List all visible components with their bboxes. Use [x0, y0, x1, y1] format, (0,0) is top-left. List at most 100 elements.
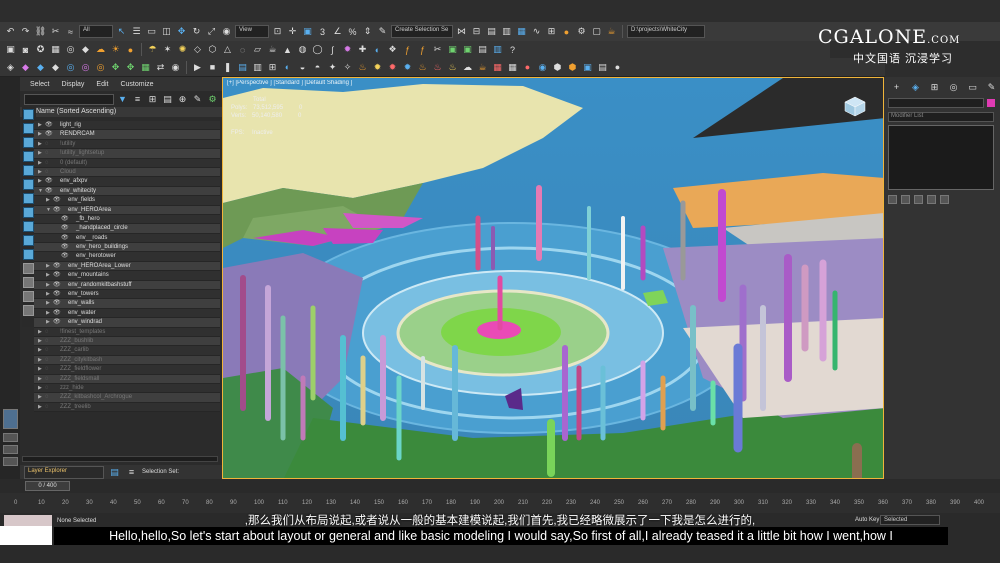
expand-arrow-icon[interactable]: ▶ — [38, 149, 42, 158]
filter-groups-icon[interactable] — [23, 193, 34, 204]
fire-icon[interactable]: ♨ — [356, 61, 369, 74]
menu-edit[interactable]: Edit — [96, 81, 108, 88]
modifier-stack[interactable] — [888, 125, 994, 190]
camera-icon[interactable]: ◙ — [19, 43, 32, 56]
dock-tab[interactable] — [3, 445, 18, 454]
visibility-eye-icon[interactable]: 👁 — [53, 196, 61, 205]
percent-snap-icon[interactable]: % — [346, 25, 359, 38]
tool-n-icon[interactable]: ⊞ — [266, 61, 279, 74]
layer-row[interactable]: ▶ ◌ ZZZ_kitbashcol_Archrogue — [34, 393, 220, 403]
play-icon[interactable]: ▶ — [191, 61, 204, 74]
display-tab-icon[interactable]: ▭ — [966, 81, 979, 94]
layer-tool-icon[interactable]: ◈ — [4, 61, 17, 74]
layer-row[interactable]: ▶ ◌ ZZZ_bushlib — [34, 336, 220, 347]
mirror-icon[interactable]: ⋈ — [455, 25, 468, 38]
visibility-eye-icon[interactable]: 👁 — [53, 290, 61, 299]
layer-row[interactable]: ▶ ◌ ZZZ_treelib — [34, 402, 220, 413]
remove-modifier-button[interactable] — [927, 195, 936, 204]
tool-z-icon[interactable]: ☁ — [461, 61, 474, 74]
layers-icon[interactable]: ▤ — [161, 93, 174, 106]
light-bulb-icon[interactable]: ✶ — [161, 43, 174, 56]
expand-arrow-icon[interactable]: ▶ — [46, 299, 50, 308]
visibility-eye-icon[interactable]: 👁 — [45, 121, 53, 130]
visibility-eye-icon[interactable]: ◌ — [45, 393, 49, 402]
rotate-icon[interactable]: ↻ — [190, 25, 203, 38]
layer-row[interactable]: ▶ 👁 light_rig — [34, 121, 220, 131]
filter-lights-icon[interactable] — [23, 137, 34, 148]
layer-row[interactable]: ▶ 👁 env_walls — [34, 299, 220, 309]
scale-icon[interactable]: ⤢ — [205, 25, 218, 38]
expand-arrow-icon[interactable]: ▶ — [38, 177, 42, 186]
grid-icon[interactable]: ▦ — [49, 43, 62, 56]
undo-icon[interactable]: ↶ — [4, 25, 17, 38]
tool-b-icon[interactable]: ◆ — [34, 61, 47, 74]
expand-arrow-icon[interactable]: ▶ — [38, 328, 42, 337]
tool-g-icon[interactable]: ✥ — [109, 61, 122, 74]
tool-u-icon[interactable]: ✹ — [386, 61, 399, 74]
modify-tab-icon[interactable]: ◈ — [909, 81, 922, 94]
project-folder-dropdown[interactable]: D:\projects\WhiteCity — [627, 25, 705, 38]
make-unique-button[interactable] — [914, 195, 923, 204]
tool-o-icon[interactable]: ◐ — [281, 61, 294, 74]
tool-ad-icon[interactable]: ⬢ — [551, 61, 564, 74]
tool-d-icon[interactable]: ◎ — [64, 61, 77, 74]
visibility-eye-icon[interactable]: ◌ — [45, 159, 49, 168]
expand-arrow-icon[interactable]: ▶ — [38, 393, 42, 402]
visibility-eye-icon[interactable]: ◌ — [45, 328, 49, 337]
visibility-eye-icon[interactable]: 👁 — [61, 243, 69, 252]
filter-spacewarps-icon[interactable] — [23, 179, 34, 190]
tool-m-icon[interactable]: ▥ — [251, 61, 264, 74]
column-header-name[interactable]: Name (Sorted Ascending) — [20, 107, 222, 117]
teapot-icon[interactable]: ☕ — [266, 43, 279, 56]
expand-arrow-icon[interactable]: ▶ — [46, 196, 50, 205]
layer-row[interactable]: ▶ 👁 env_HEROArea_Lower — [34, 261, 220, 272]
visibility-eye-icon[interactable]: 👁 — [53, 206, 61, 215]
align-icon[interactable]: ⊟ — [470, 25, 483, 38]
tool-q-icon[interactable]: ◓ — [311, 61, 324, 74]
expand-arrow-icon[interactable]: ▶ — [46, 262, 50, 271]
visibility-eye-icon[interactable]: 👁 — [53, 318, 61, 327]
layer-row[interactable]: ▶ ◌ !utility_lightsetup — [34, 149, 220, 159]
record-icon[interactable]: ● — [521, 61, 534, 74]
tool-y-icon[interactable]: ♨ — [446, 61, 459, 74]
dock-tab[interactable] — [3, 457, 18, 466]
place-icon[interactable]: ◉ — [220, 25, 233, 38]
layer-row[interactable]: ▶ ◌ Cloud — [34, 167, 220, 178]
explorer-search-input[interactable] — [24, 93, 114, 105]
ref-coord-dropdown[interactable]: View — [235, 25, 269, 38]
fx-icon[interactable]: ƒ — [401, 43, 414, 56]
torus-icon[interactable]: ◌ — [236, 43, 249, 56]
time-slider-handle[interactable]: 0 / 400 — [25, 481, 70, 491]
layer-row[interactable]: ▶ 👁 env_water — [34, 308, 220, 319]
maxscript-listener[interactable] — [4, 515, 52, 526]
visibility-eye-icon[interactable]: 👁 — [61, 215, 69, 224]
viewport-label-menu[interactable]: [+] [Perspective ] [Standard ] [Default … — [227, 80, 352, 86]
object-name-field[interactable] — [888, 98, 984, 108]
dock-tab[interactable] — [3, 433, 18, 442]
plane-icon[interactable]: ▱ — [251, 43, 264, 56]
layer-sort-icon[interactable]: ≡ — [131, 93, 144, 106]
expand-arrow-icon[interactable]: ▶ — [38, 375, 42, 384]
select-manipulate-icon[interactable]: ✛ — [286, 25, 299, 38]
layer-row[interactable]: ▶ ◌ ZZZ_fieldflower — [34, 365, 220, 375]
link-icon[interactable]: ⛓ — [34, 25, 47, 38]
object-color-swatch[interactable] — [987, 99, 995, 107]
pivot-icon[interactable]: ⊡ — [271, 25, 284, 38]
visibility-eye-icon[interactable]: 👁 — [45, 187, 53, 196]
tool-w-icon[interactable]: ♨ — [416, 61, 429, 74]
visibility-eye-icon[interactable]: 👁 — [53, 281, 61, 290]
expand-arrow-icon[interactable]: ▶ — [38, 168, 42, 177]
help-icon[interactable]: ? — [506, 43, 519, 56]
particle-icon[interactable]: ✹ — [341, 43, 354, 56]
material-editor-icon[interactable]: ● — [560, 25, 573, 38]
layer-row[interactable]: ▶ ◌ ZZZ_fieldsmall — [34, 374, 220, 384]
tool-ag-icon[interactable]: ▤ — [596, 61, 609, 74]
curve-editor-icon[interactable]: ∿ — [530, 25, 543, 38]
visibility-eye-icon[interactable]: ◌ — [45, 337, 49, 346]
named-selection-dropdown[interactable]: Create Selection Se — [391, 25, 453, 38]
hierarchy-tab-icon[interactable]: ⊞ — [928, 81, 941, 94]
filter-none-icon[interactable] — [23, 291, 34, 302]
tool-a-icon[interactable]: ◆ — [19, 61, 32, 74]
expand-arrow-icon[interactable]: ▶ — [46, 281, 50, 290]
visibility-eye-icon[interactable]: 👁 — [61, 234, 69, 243]
